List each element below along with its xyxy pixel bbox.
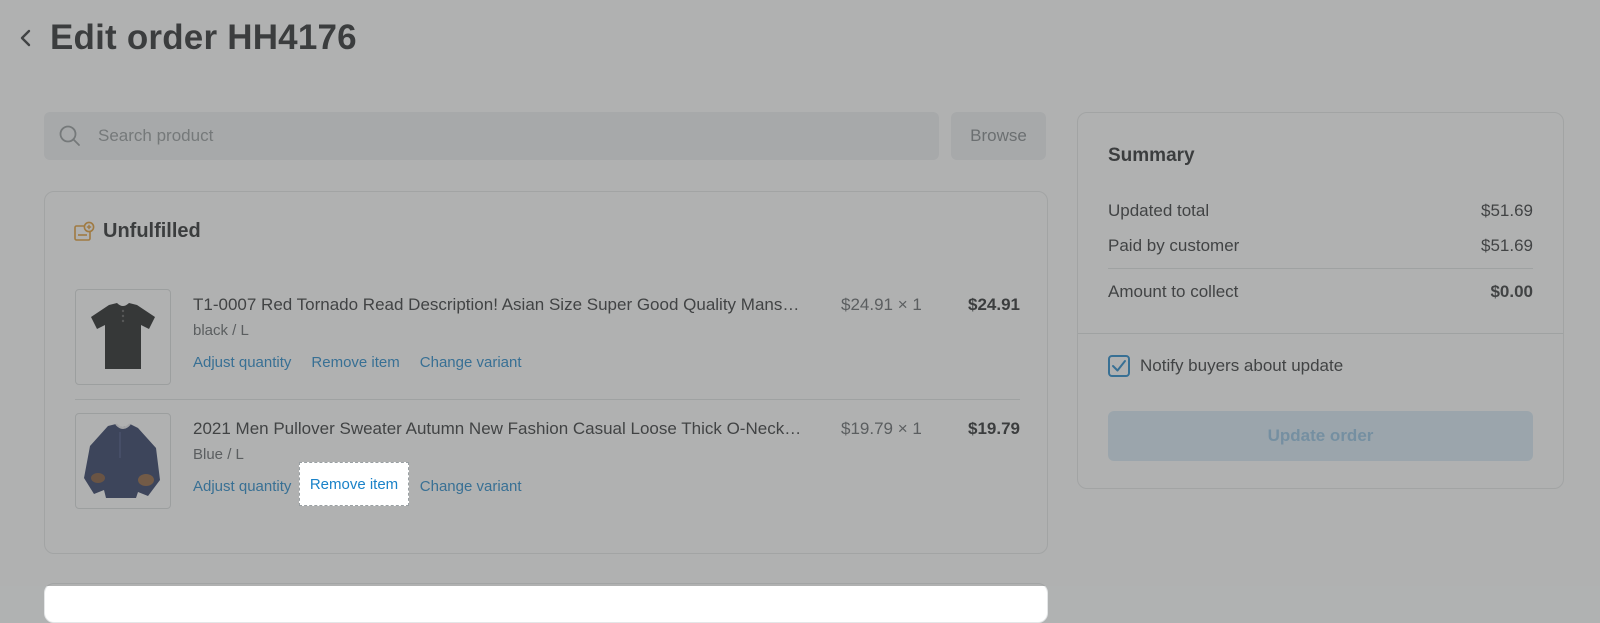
chevron-left-icon [20, 29, 31, 47]
summary-value: $51.69 [1481, 236, 1533, 255]
item-actions: Adjust quantity Remove item Change varia… [193, 354, 522, 371]
notify-buyers-toggle[interactable]: Notify buyers about update [1108, 355, 1343, 377]
notify-checkbox[interactable] [1108, 355, 1130, 377]
product-search[interactable] [44, 112, 939, 160]
line-item: 2021 Men Pullover Sweater Autumn New Fas… [75, 413, 1020, 513]
product-variant: Blue / L [193, 446, 244, 463]
unfulfilled-header: Unfulfilled [73, 220, 201, 243]
adjust-quantity-link[interactable]: Adjust quantity [193, 478, 291, 495]
product-name: 2021 Men Pullover Sweater Autumn New Fas… [193, 419, 802, 438]
unit-price-quantity: $24.91 × 1 [841, 295, 922, 314]
remove-item-link[interactable]: Remove item [311, 354, 399, 371]
browse-button[interactable]: Browse [951, 112, 1046, 160]
summary-row-paid: Paid by customer $51.69 [1108, 236, 1533, 256]
summary-row-amount-to-collect: Amount to collect $0.00 [1108, 282, 1533, 302]
summary-value: $51.69 [1481, 201, 1533, 220]
change-variant-link[interactable]: Change variant [420, 478, 522, 495]
next-section-card [44, 583, 1048, 623]
summary-label: Updated total [1108, 201, 1210, 220]
page-header: Edit order HH4176 [0, 0, 1600, 80]
notify-label: Notify buyers about update [1140, 356, 1344, 375]
summary-title: Summary [1108, 145, 1195, 166]
summary-label: Amount to collect [1108, 282, 1239, 301]
summary-value: $0.00 [1490, 282, 1533, 301]
checkmark-icon [1112, 360, 1126, 372]
summary-section-divider [1078, 333, 1563, 334]
adjust-quantity-link[interactable]: Adjust quantity [193, 354, 291, 371]
summary-divider [1108, 268, 1533, 269]
summary-label: Paid by customer [1108, 236, 1240, 255]
sweater-icon [84, 423, 160, 498]
tshirt-icon [91, 303, 155, 369]
summary-row-updated-total: Updated total $51.69 [1108, 201, 1533, 221]
item-divider [75, 399, 1020, 400]
product-image [75, 289, 171, 385]
unfulfilled-card: Unfulfilled T1-0007 Red Tornado Read Des… [44, 191, 1048, 554]
page-title: Edit order HH4176 [50, 18, 357, 57]
update-order-button[interactable]: Update order [1108, 411, 1533, 461]
change-variant-link[interactable]: Change variant [420, 354, 522, 371]
line-item: T1-0007 Red Tornado Read Description! As… [75, 289, 1020, 389]
search-icon [59, 125, 80, 146]
unit-price-quantity: $19.79 × 1 [841, 419, 922, 438]
search-input[interactable] [96, 125, 900, 147]
remove-item-link-highlighted[interactable]: Remove item [299, 462, 409, 506]
back-button[interactable] [12, 24, 40, 52]
product-name: T1-0007 Red Tornado Read Description! As… [193, 295, 800, 314]
summary-card: Summary Updated total $51.69 Paid by cus… [1077, 112, 1564, 489]
fulfillment-box-icon [74, 221, 95, 241]
unfulfilled-title: Unfulfilled [103, 220, 201, 242]
line-total: $19.79 [968, 419, 1020, 438]
product-image [75, 413, 171, 509]
edit-order-page: Edit order HH4176 Browse Unfulfilled [0, 0, 1600, 623]
product-variant: black / L [193, 322, 249, 339]
line-total: $24.91 [968, 295, 1020, 314]
